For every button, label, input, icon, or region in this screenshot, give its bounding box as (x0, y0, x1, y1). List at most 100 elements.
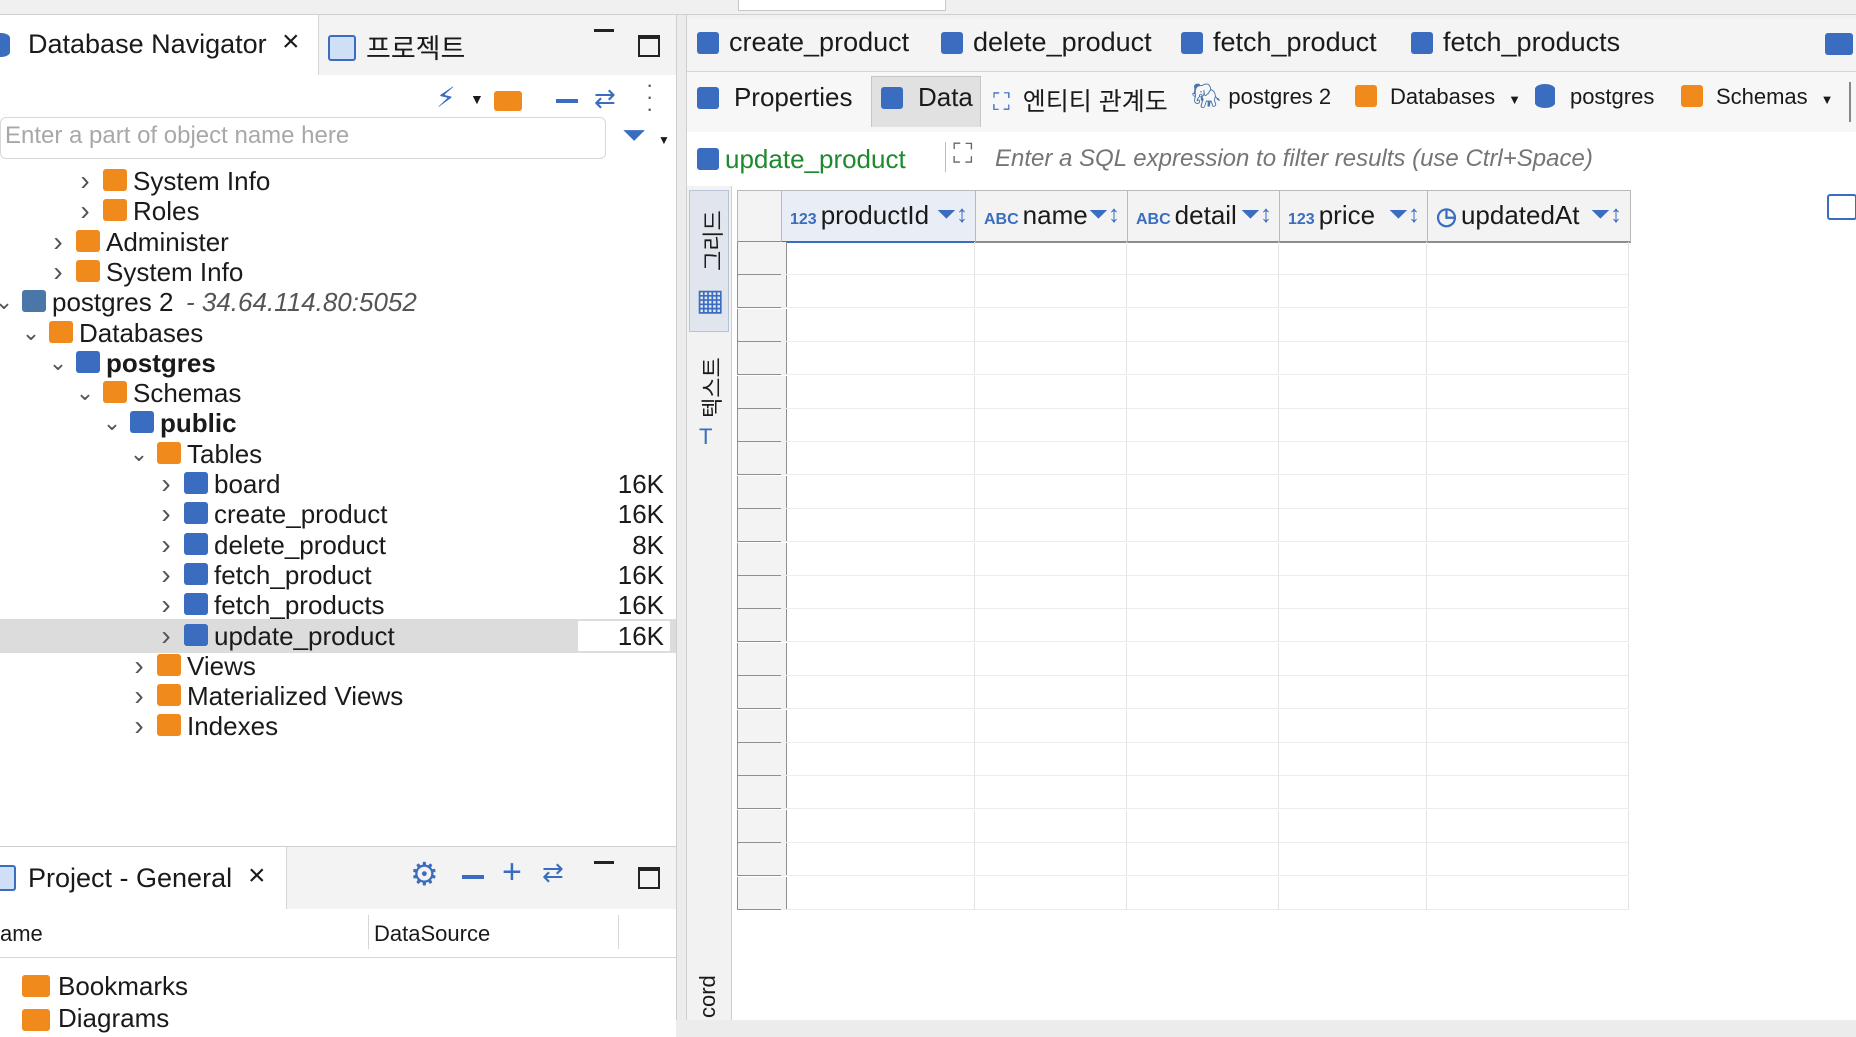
list-item-bookmarks[interactable]: Bookmarks (0, 971, 676, 1003)
grid-cell[interactable] (975, 843, 1127, 877)
grid-cell[interactable] (1427, 743, 1629, 776)
grid-cell[interactable] (1127, 509, 1279, 543)
tree-node[interactable]: › create_product 16K (0, 498, 676, 530)
filter-sort-icon[interactable]: ⏷↕ (1241, 191, 1272, 239)
grid-cell[interactable] (1427, 709, 1629, 743)
grid-cell[interactable] (975, 409, 1127, 442)
editor-tab[interactable]: fetch_products (1411, 27, 1620, 58)
chevron-right-icon[interactable]: › (156, 498, 176, 530)
grid-cell[interactable] (1127, 542, 1279, 576)
minimize-icon[interactable] (594, 861, 614, 864)
grid-cell[interactable] (781, 275, 975, 309)
tree-node[interactable]: ⌄ postgres 2 - 34.64.114.80:5052 (0, 286, 676, 318)
grid-cell[interactable] (975, 242, 1127, 275)
grid-cell[interactable] (781, 576, 975, 609)
chevron-right-icon[interactable]: › (156, 529, 176, 561)
grid-cell[interactable] (975, 743, 1127, 776)
row-header[interactable] (737, 475, 787, 509)
tree-node[interactable]: › board 16K (0, 468, 676, 500)
chevron-down-icon[interactable]: ⌄ (48, 347, 68, 379)
list-item-diagrams[interactable]: Diagrams (0, 1003, 676, 1035)
grid-cell[interactable] (1279, 275, 1427, 309)
row-header[interactable] (737, 542, 787, 576)
sql-filter-input[interactable] (993, 138, 1847, 180)
row-header[interactable] (737, 776, 787, 810)
chevron-down-icon[interactable]: ⌄ (102, 407, 122, 439)
grid-cell[interactable] (1127, 843, 1279, 877)
tree-node[interactable]: › System Info (0, 165, 676, 197)
grid-cell[interactable] (975, 876, 1127, 910)
grid-cell[interactable] (1127, 308, 1279, 342)
row-header[interactable] (737, 442, 787, 476)
row-header[interactable] (737, 409, 787, 442)
grid-cell[interactable] (975, 642, 1127, 676)
row-header[interactable] (737, 609, 787, 643)
row-header[interactable] (737, 308, 787, 342)
tree-node[interactable]: ⌄ Databases (0, 317, 676, 349)
tree-node[interactable]: › fetch_products 16K (0, 589, 676, 621)
grid-cell[interactable] (975, 542, 1127, 576)
tab-database-navigator[interactable]: Database Navigator × (0, 15, 319, 75)
grid-cell[interactable] (1279, 676, 1427, 710)
row-header[interactable] (737, 743, 787, 776)
grid-cell[interactable] (1279, 876, 1427, 910)
grid-cell[interactable] (1127, 776, 1279, 810)
grid-cell[interactable] (1127, 709, 1279, 743)
grid-cell[interactable] (1279, 776, 1427, 810)
link-icon[interactable]: ⇄ (594, 83, 616, 114)
breadcrumb-connection[interactable]: 🐘︎ postgres 2 (1191, 82, 1331, 111)
grid-cell[interactable] (781, 843, 975, 877)
tree-node[interactable]: › Views (0, 650, 676, 682)
chevron-down-icon[interactable]: ▼ (658, 133, 670, 147)
grid-cell[interactable] (781, 542, 975, 576)
row-header[interactable] (737, 342, 787, 376)
grid-cell[interactable] (1127, 743, 1279, 776)
grid-cell[interactable] (781, 342, 975, 376)
grid-cell[interactable] (1427, 776, 1629, 810)
filter-sort-icon[interactable]: ⏷↕ (1389, 191, 1420, 239)
grid-cell[interactable] (1427, 676, 1629, 710)
grid-cell[interactable] (1279, 709, 1427, 743)
tree-node[interactable]: › update_product 16K (0, 620, 676, 652)
row-header[interactable] (737, 676, 787, 710)
grid-cell[interactable] (975, 809, 1127, 843)
grid-cell[interactable] (781, 776, 975, 810)
filter-icon[interactable]: ⏷ (622, 119, 646, 153)
tab-project[interactable]: 프로젝트 (328, 15, 568, 75)
link-icon[interactable]: ⇄ (542, 857, 564, 888)
grid-cell[interactable] (781, 743, 975, 776)
tree-node[interactable]: › delete_product 8K (0, 529, 676, 561)
grid-cell[interactable] (975, 375, 1127, 409)
grid-cell[interactable] (781, 442, 975, 476)
grid-cell[interactable] (1427, 375, 1629, 409)
collapse-icon[interactable] (556, 99, 578, 103)
grid-cell[interactable] (1279, 542, 1427, 576)
column-header[interactable]: 123 productId ⏷↕ (781, 190, 977, 243)
grid-cell[interactable] (1427, 308, 1629, 342)
grid-cell[interactable] (1127, 809, 1279, 843)
row-header[interactable] (737, 242, 787, 275)
grid-cell[interactable] (1427, 609, 1629, 643)
row-header[interactable] (737, 275, 787, 309)
chevron-down-icon[interactable]: ⌄ (75, 377, 95, 409)
grid-cell[interactable] (1427, 275, 1629, 309)
grid-cell[interactable] (1427, 576, 1629, 609)
grid-cell[interactable] (1279, 442, 1427, 476)
chevron-down-icon[interactable]: ⌄ (0, 286, 14, 318)
chevron-right-icon[interactable]: › (156, 559, 176, 591)
grid-cell[interactable] (781, 709, 975, 743)
tree-node[interactable]: › Indexes (0, 710, 676, 742)
grid-cell[interactable] (975, 709, 1127, 743)
toolbar-combo[interactable] (738, 0, 946, 11)
breadcrumb-databases[interactable]: Databases ▼ (1355, 82, 1521, 111)
editor-tab[interactable]: fetch_product (1181, 27, 1377, 58)
gear-icon[interactable]: ⚙ (410, 855, 439, 893)
grid-cell[interactable] (1279, 576, 1427, 609)
grid-cell[interactable] (1279, 843, 1427, 877)
grid-cell[interactable] (1427, 876, 1629, 910)
grid-cell[interactable] (1279, 609, 1427, 643)
tree-node[interactable]: › Materialized Views (0, 680, 676, 712)
tree-node[interactable]: › fetch_product 16K (0, 559, 676, 591)
grid-cell[interactable] (1427, 475, 1629, 509)
grid-cell[interactable] (1279, 242, 1427, 275)
